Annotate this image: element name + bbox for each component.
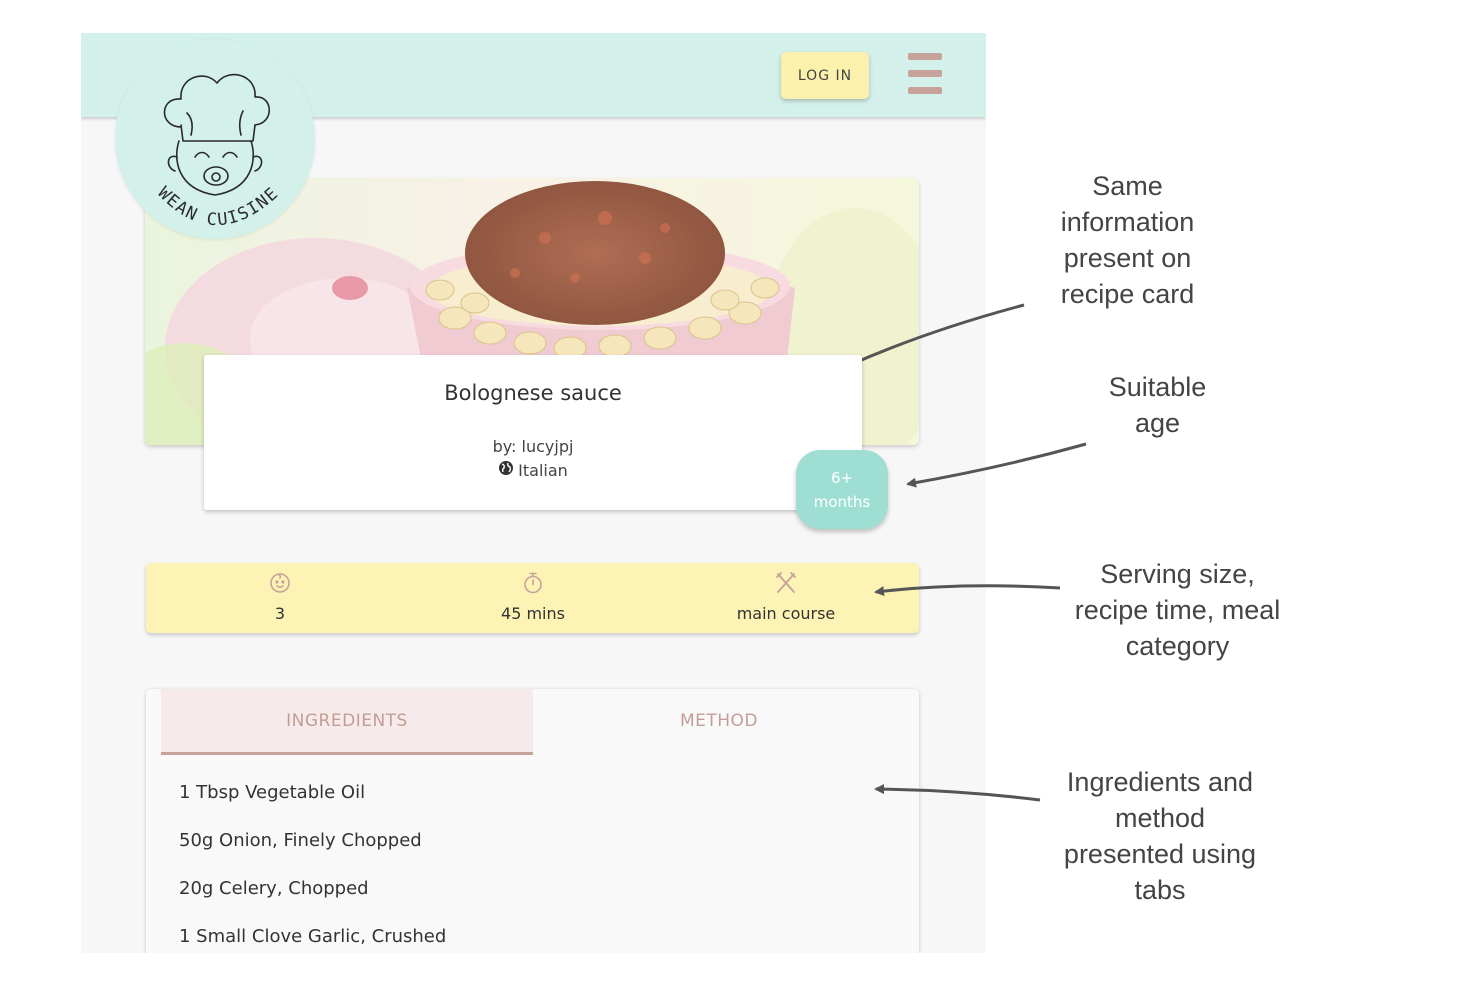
age-badge-unit: months — [813, 492, 871, 511]
svg-text:WEAN CUISINE: WEAN CUISINE — [154, 183, 283, 230]
arrow-icon — [874, 584, 1061, 597]
arrow-icon — [874, 784, 1041, 802]
age-badge: 6+ months — [796, 450, 888, 529]
age-badge-value: 6+ — [830, 468, 854, 487]
recipe-title: Bolognese sauce — [444, 381, 622, 405]
arrow-icon — [850, 303, 1025, 366]
logo-text: WEAN CUISINE — [154, 183, 282, 230]
globe-icon — [498, 460, 514, 480]
cuisine-label: Italian — [204, 460, 862, 480]
recipe-author: by: lucyjpj — [492, 437, 574, 456]
chef-logo-icon[interactable]: WEAN CUISINE — [115, 39, 315, 239]
arrow-icon — [906, 442, 1087, 488]
cuisine-text: Italian — [518, 460, 568, 480]
recipe-info-card: Bolognese sauce by: lucyjpj Italian — [204, 355, 862, 510]
